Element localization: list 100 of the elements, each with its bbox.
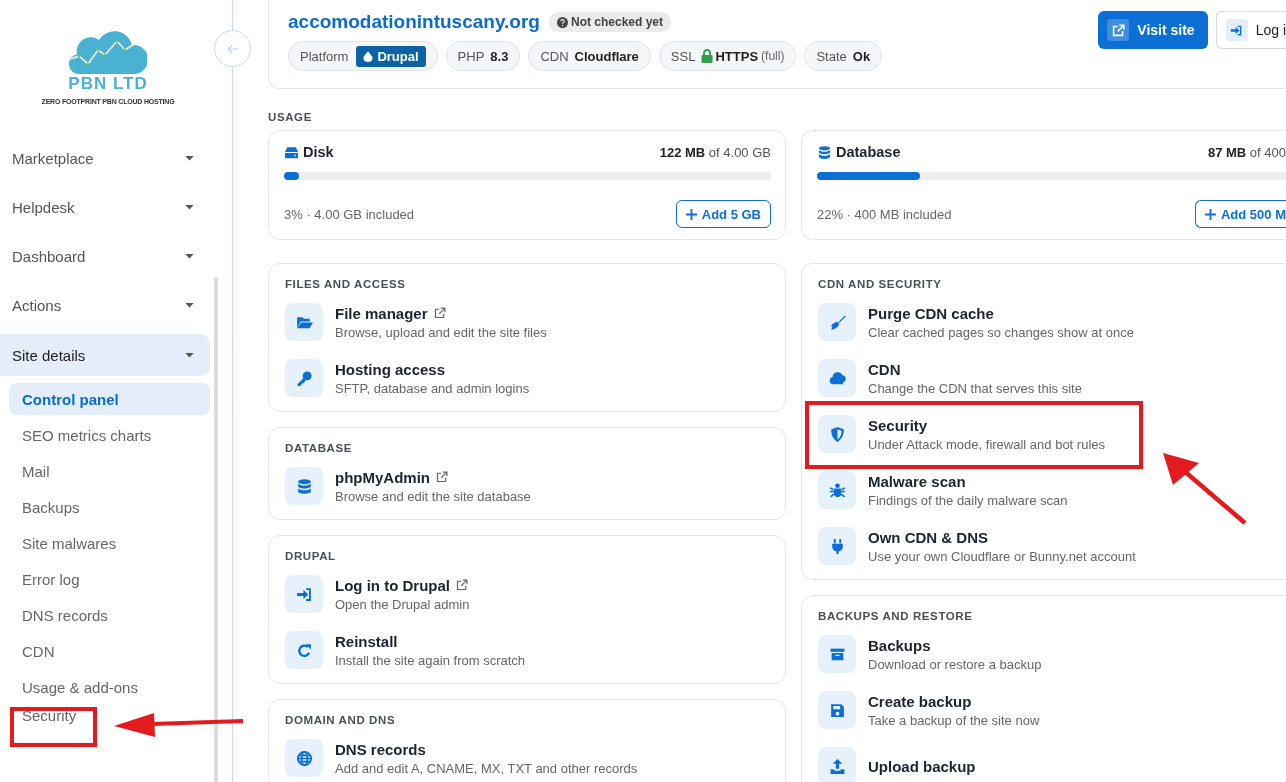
action-description: Add and edit A, CNAME, MX, TXT and other records <box>335 760 638 776</box>
chip-label: State <box>816 48 847 64</box>
section-heading: USAGE <box>268 111 313 123</box>
logo-name: PBN LTD <box>68 75 148 93</box>
caret-icon <box>185 352 194 358</box>
external-link-icon <box>1107 19 1130 41</box>
action-description: Download or restore a backup <box>868 656 1042 672</box>
usage-summary: 3% · 4.00 GB included <box>284 206 415 222</box>
external-link-icon <box>456 579 468 591</box>
collapse-button[interactable] <box>214 30 251 67</box>
lock-icon <box>701 49 714 63</box>
key-icon <box>285 359 323 397</box>
sign-in-icon <box>1225 19 1248 41</box>
chip-value: Cloudflare <box>574 48 639 64</box>
scrollbar[interactable] <box>214 277 218 782</box>
action-link[interactable]: DNS records <box>335 740 426 758</box>
external-link-icon <box>436 471 448 483</box>
usage-title: Database <box>836 144 901 160</box>
hard-drive-icon <box>284 144 299 160</box>
chip-note: (full) <box>761 49 785 63</box>
usage-title: Disk <box>303 144 334 160</box>
action-description: Open the Drupal admin <box>335 596 470 612</box>
menu-item[interactable]: Actions <box>0 281 210 330</box>
plug-icon <box>818 527 856 565</box>
chip-label: CDN <box>540 48 569 64</box>
menu-item[interactable]: Helpdesk <box>0 183 210 232</box>
upload-icon <box>818 747 856 782</box>
action-link[interactable]: CDN <box>868 360 901 378</box>
database-icon <box>285 467 323 505</box>
plus-icon <box>685 208 697 220</box>
menu-item[interactable]: Marketplace <box>0 134 210 183</box>
status-text: Not checked yet <box>570 15 663 29</box>
submenu-item[interactable]: SEO metrics charts <box>9 419 210 451</box>
submenu-item[interactable]: Site malwares <box>9 527 210 559</box>
action-description: Under Attack mode, firewall and bot rules <box>868 436 1105 452</box>
archive-icon <box>818 635 856 673</box>
action-description: Clear cached pages so changes show at once <box>868 324 1134 340</box>
folder-icon <box>285 303 323 341</box>
section-heading: DRUPAL <box>285 550 337 562</box>
action-link[interactable]: Purge CDN cache <box>868 304 994 322</box>
usage-amount: 87 MB of 400 <box>1207 144 1286 160</box>
section-heading: CDN AND SECURITY <box>818 278 943 290</box>
section-heading: DATABASE <box>285 442 353 454</box>
plus-icon <box>1205 208 1216 220</box>
caret-icon <box>185 156 194 161</box>
globe-icon <box>285 739 323 777</box>
broom-icon <box>818 303 856 341</box>
bug-icon <box>818 471 856 509</box>
platform-name: Drupal <box>377 48 419 64</box>
action-description: Change the CDN that serves this site <box>868 380 1082 396</box>
action-description: Take a backup of the site now <box>868 712 1040 728</box>
action-link[interactable]: Malware scan <box>868 472 966 490</box>
action-link[interactable]: Own CDN & DNS <box>868 528 988 546</box>
log-in-button[interactable]: Log i <box>1215 11 1286 49</box>
submenu-item[interactable]: DNS records <box>9 599 210 631</box>
usage-summary: 22% · 400 MB included <box>817 206 952 222</box>
cloud-icon <box>818 359 856 397</box>
site-domain[interactable]: accomodationintuscany.org <box>288 11 540 33</box>
action-link[interactable]: Create backup <box>868 692 972 710</box>
submenu-item[interactable]: Error log <box>9 563 210 595</box>
chip-label: Platform <box>300 48 349 64</box>
action-description: Use your own Cloudflare or Bunny.net account <box>868 548 1136 564</box>
cloud-logo-icon <box>69 28 147 76</box>
action-link[interactable]: Reinstall <box>335 632 398 650</box>
action-description: Browse, upload and edit the site files <box>335 324 547 340</box>
add-button[interactable]: Add 500 M <box>1195 200 1286 228</box>
submenu-item[interactable]: Control panel <box>9 383 210 415</box>
action-link[interactable]: Hosting access <box>335 360 446 378</box>
section-heading: BACKUPS AND RESTORE <box>818 610 974 622</box>
action-link[interactable]: File manager <box>335 304 446 322</box>
chip-value: HTTPS <box>715 48 759 64</box>
caret-icon <box>185 254 194 259</box>
database-icon <box>817 144 832 160</box>
action-link[interactable]: Upload backup <box>868 757 976 775</box>
chip-label: SSL <box>670 48 696 64</box>
action-link[interactable]: Log in to Drupal <box>335 576 468 594</box>
menu-item[interactable]: Site details <box>0 334 210 376</box>
add-button[interactable]: Add 5 GB <box>675 200 771 228</box>
submenu-item[interactable]: Backups <box>9 491 210 523</box>
section-heading: FILES AND ACCESS <box>285 278 407 290</box>
question-icon <box>556 16 568 28</box>
chip-label: PHP <box>457 48 485 64</box>
menu-item[interactable]: Dashboard <box>0 232 210 281</box>
caret-icon <box>185 205 194 210</box>
caret-icon <box>185 303 194 308</box>
section-heading: DOMAIN AND DNS <box>285 714 397 726</box>
action-description: Findings of the daily malware scan <box>868 492 1068 508</box>
action-link[interactable]: Security <box>868 416 928 434</box>
action-link[interactable]: Backups <box>868 636 931 654</box>
chip-value: Ok <box>852 48 871 64</box>
action-description: Install the site again from scratch <box>335 652 526 668</box>
usage-amount: 122 MB of 4.00 GB <box>659 144 771 160</box>
submenu-item[interactable]: Mail <box>9 455 210 487</box>
chip-value: 8.3 <box>490 48 509 64</box>
visit-site-button[interactable]: Visit site <box>1098 11 1208 49</box>
submenu-item[interactable]: Usage & add-ons <box>9 671 210 703</box>
submenu-item[interactable]: CDN <box>9 635 210 667</box>
submenu-item[interactable]: Security <box>22 707 77 739</box>
action-link[interactable]: phpMyAdmin <box>335 468 448 486</box>
action-description: SFTP, database and admin logins <box>335 380 530 396</box>
